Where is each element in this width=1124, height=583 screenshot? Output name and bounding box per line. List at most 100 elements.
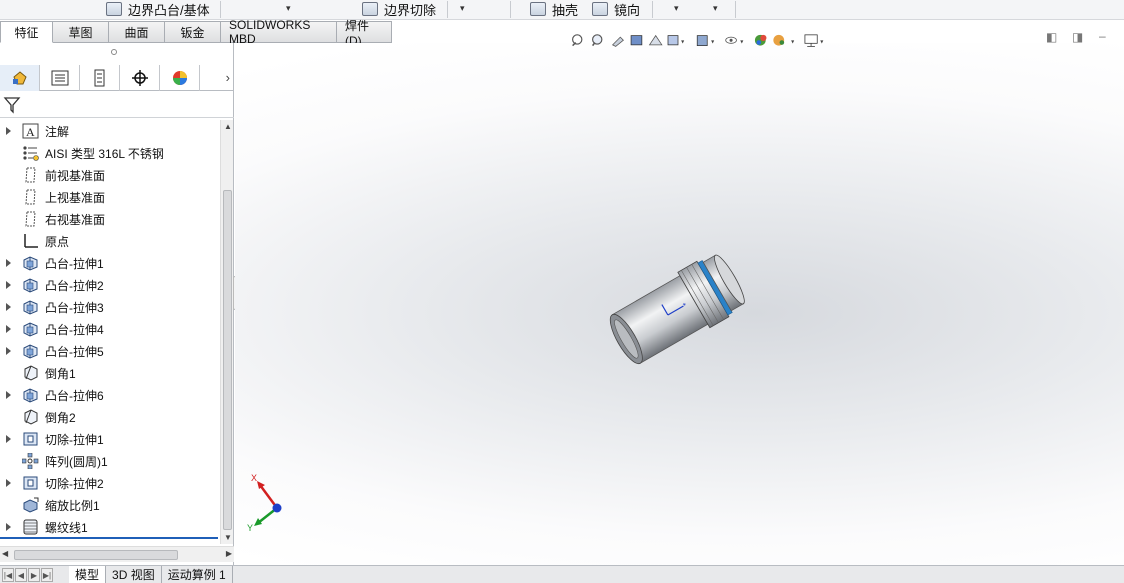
scroll-right-icon[interactable]: ▶ xyxy=(226,549,232,558)
section-view-icon[interactable] xyxy=(630,35,643,46)
prev-tab-icon[interactable]: ◀ xyxy=(15,568,27,582)
hide-show-icon[interactable]: ▾ xyxy=(725,36,745,45)
expand-arrow-icon[interactable] xyxy=(6,303,11,311)
tree-item[interactable]: 凸台-拉伸2 xyxy=(0,274,220,296)
configuration-manager-tab[interactable] xyxy=(80,65,120,91)
plane-icon xyxy=(22,211,39,227)
expand-arrow-icon[interactable] xyxy=(6,259,11,267)
expand-arrow-icon[interactable] xyxy=(6,281,11,289)
extrude-icon xyxy=(22,277,39,293)
chevron-right-icon[interactable]: › xyxy=(226,70,230,85)
expand-arrow-icon[interactable] xyxy=(6,347,11,355)
tree-item[interactable]: 切除-拉伸2 xyxy=(0,472,220,494)
rollback-bar[interactable] xyxy=(0,537,218,539)
previous-view-icon[interactable] xyxy=(611,36,624,47)
graphics-area[interactable]: ▾ ▾ ▾ ▾ ▾ ◧ ◨ – * X Y xyxy=(235,29,1124,565)
last-tab-icon[interactable]: ▶| xyxy=(41,568,53,582)
tree-item[interactable]: 倒角1 xyxy=(0,362,220,384)
tree-item[interactable]: 凸台-拉伸3 xyxy=(0,296,220,318)
zoom-to-fit-icon[interactable] xyxy=(572,34,583,47)
chevron-down-icon[interactable]: ▾ xyxy=(460,3,465,14)
expand-arrow-icon[interactable] xyxy=(6,127,11,135)
tree-item[interactable]: 缩放比例1 xyxy=(0,494,220,516)
scroll-left-icon[interactable]: ◀ xyxy=(2,549,8,558)
tree-item[interactable]: 右视基准面 xyxy=(0,208,220,230)
tab-motion-study[interactable]: 运动算例 1 xyxy=(162,566,233,583)
expand-arrow-icon[interactable] xyxy=(6,523,11,531)
boundary-boss-button[interactable]: 边界凸台/基体 xyxy=(106,0,210,18)
tab-features[interactable]: 特征 xyxy=(0,21,53,43)
tree-item-label: 螺纹线1 xyxy=(45,520,88,535)
feature-tree: A 注解 AISI 类型 316L 不锈钢 前视基准面 上视基准面 右视基准面 原点 凸台-拉… xyxy=(0,120,220,538)
view-settings-icon[interactable]: ▾ xyxy=(804,34,824,47)
minimize-icon[interactable]: – xyxy=(1099,29,1106,43)
feature-manager-tab[interactable] xyxy=(0,65,40,91)
chevron-down-icon[interactable]: ▾ xyxy=(674,3,679,14)
scroll-down-icon[interactable]: ▼ xyxy=(224,533,232,542)
expand-arrow-icon[interactable] xyxy=(6,391,11,399)
tab-model[interactable]: 模型 xyxy=(69,566,107,583)
expand-arrow-icon[interactable] xyxy=(6,435,11,443)
tree-item[interactable]: 切除-拉伸1 xyxy=(0,428,220,450)
tab-sketch[interactable]: 草图 xyxy=(53,21,109,43)
tree-item[interactable]: 倒角2 xyxy=(0,406,220,428)
part-model[interactable]: * xyxy=(600,233,760,383)
tree-horizontal-scrollbar[interactable]: ◀ ▶ xyxy=(0,546,234,562)
view-orientation-icon[interactable]: ▾ xyxy=(667,35,685,46)
crosshair-icon xyxy=(131,70,148,86)
panel-grip-icon[interactable] xyxy=(111,49,117,55)
vertical-scroll-thumb[interactable] xyxy=(223,190,232,530)
apply-scene-icon[interactable]: ▾ xyxy=(773,34,795,46)
tree-item[interactable]: 凸台-拉伸4 xyxy=(0,318,220,340)
svg-text:▾: ▾ xyxy=(681,38,685,45)
zoom-to-area-icon[interactable] xyxy=(592,34,603,47)
tab-weldments[interactable]: 焊件(D) xyxy=(337,19,392,48)
shell-button[interactable]: 抽壳 xyxy=(530,0,578,18)
tree-item[interactable]: 凸台-拉伸1 xyxy=(0,252,220,274)
expand-arrow-icon[interactable] xyxy=(6,325,11,333)
tree-item-label: 凸台-拉伸2 xyxy=(45,278,104,293)
edit-appearance-icon[interactable] xyxy=(754,34,767,46)
scroll-up-icon[interactable]: ▲ xyxy=(224,122,232,131)
filter-icon[interactable] xyxy=(3,96,21,114)
dynamic-annotation-icon[interactable] xyxy=(648,34,663,46)
tab-mbd[interactable]: SOLIDWORKS MBD xyxy=(221,18,337,46)
expand-arrow-icon[interactable] xyxy=(6,479,11,487)
tree-item[interactable]: 上视基准面 xyxy=(0,186,220,208)
display-manager-tab[interactable] xyxy=(160,65,200,91)
tree-item-label: 倒角2 xyxy=(45,410,76,425)
tree-item[interactable]: 凸台-拉伸6 xyxy=(0,384,220,406)
tree-item[interactable]: AISI 类型 316L 不锈钢 xyxy=(0,142,220,164)
tree-vertical-scrollbar[interactable]: ▲ ▼ xyxy=(220,120,233,544)
tree-item[interactable]: 前视基准面 xyxy=(0,164,220,186)
dimxpert-tab[interactable] xyxy=(120,65,160,91)
display-style-icon[interactable]: ▾ xyxy=(696,35,715,46)
tree-item[interactable]: A 注解 xyxy=(0,120,220,142)
previous-window-icon[interactable]: ◧ xyxy=(1046,30,1057,44)
tree-item[interactable]: 原点 xyxy=(0,230,220,252)
svg-text:▾: ▾ xyxy=(711,38,715,45)
horizontal-scroll-thumb[interactable] xyxy=(14,550,178,560)
boundary-cut-button[interactable]: 边界切除 xyxy=(362,0,436,18)
svg-text:A: A xyxy=(26,125,35,139)
chevron-down-icon[interactable]: ▾ xyxy=(286,3,291,14)
boundary-cut-label: 边界切除 xyxy=(384,2,437,18)
next-tab-icon[interactable]: ▶ xyxy=(28,568,40,582)
tab-surfaces[interactable]: 曲面 xyxy=(109,21,165,43)
mirror-button[interactable]: 镜向 xyxy=(592,0,640,18)
property-manager-tab[interactable] xyxy=(40,65,80,91)
tab-3d-views[interactable]: 3D 视图 xyxy=(106,566,162,583)
tree-item[interactable]: 螺纹线1 xyxy=(0,516,220,538)
tree-item[interactable]: 阵列(圆周)1 xyxy=(0,450,220,472)
boundary-cut-icon xyxy=(362,2,378,16)
tab-sheet-metal[interactable]: 钣金 xyxy=(165,21,221,43)
configuration-icon xyxy=(94,69,104,87)
first-tab-icon[interactable]: |◀ xyxy=(2,568,14,582)
tree-filter-bar[interactable] xyxy=(0,92,234,118)
ribbon-separator xyxy=(220,1,221,18)
tree-item[interactable]: 凸台-拉伸5 xyxy=(0,340,220,362)
next-window-icon[interactable]: ◨ xyxy=(1072,30,1083,44)
chevron-down-icon[interactable]: ▾ xyxy=(713,3,718,14)
boundary-boss-label: 边界凸台/基体 xyxy=(128,2,210,18)
